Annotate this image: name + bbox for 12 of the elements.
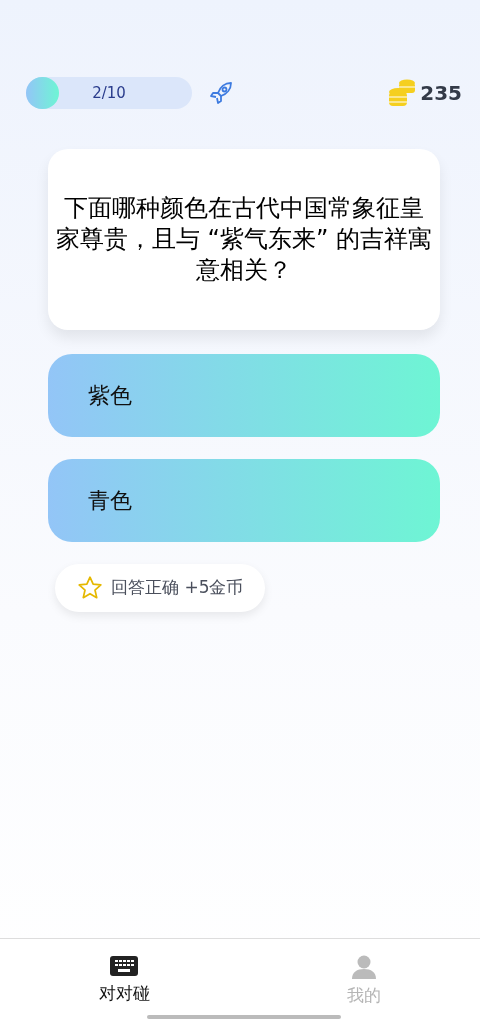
keyboard-icon [109,955,140,977]
answer-option[interactable]: 紫色 [48,354,440,437]
coin-count: 235 [420,80,462,107]
question-text: 下面哪种颜色在古代中国常象征皇家尊贵，且与 “紫气东来” 的吉祥寓意相关？ [54,192,434,287]
person-icon [351,955,378,979]
answer-option[interactable]: 青色 [48,459,440,542]
coins-icon [388,78,417,108]
home-indicator[interactable] [147,1015,341,1019]
star-icon [77,575,103,601]
progress-label: 2/10 [92,82,126,104]
reward-text: 回答正确 +5金币 [111,576,244,600]
rocket-icon [208,80,234,106]
